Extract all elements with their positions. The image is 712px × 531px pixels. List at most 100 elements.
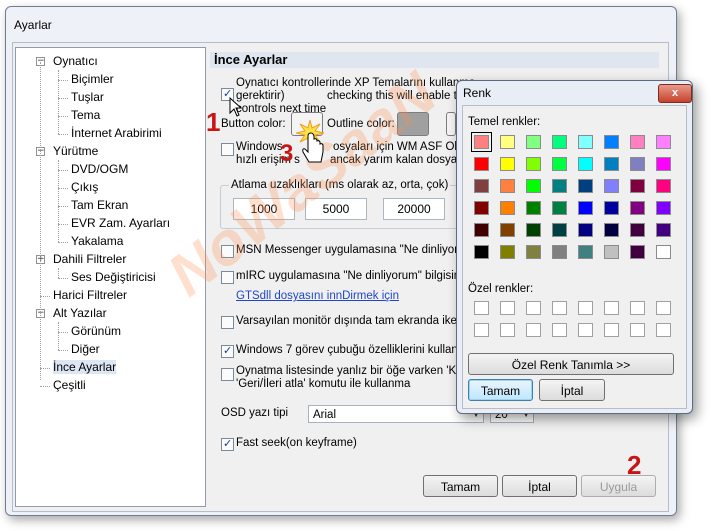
basic-color-swatch[interactable] xyxy=(630,201,645,215)
tree-item[interactable]: Diğer xyxy=(71,342,100,356)
basic-color-swatch[interactable] xyxy=(526,201,541,215)
basic-color-swatch[interactable] xyxy=(578,157,593,171)
win7-taskbar-checkbox[interactable] xyxy=(221,344,234,358)
tree-item[interactable]: Tam Ekran xyxy=(71,198,128,212)
basic-color-swatch[interactable] xyxy=(604,157,619,171)
basic-color-swatch[interactable] xyxy=(656,223,671,237)
basic-color-swatch[interactable] xyxy=(630,223,645,237)
tree-item[interactable]: Dahili Filtreler xyxy=(53,252,126,266)
basic-color-swatch[interactable] xyxy=(656,135,671,149)
custom-color-swatch[interactable] xyxy=(578,301,593,315)
tree-item[interactable]: Harici Filtreler xyxy=(53,288,127,302)
tree-item-label: Diğer xyxy=(71,342,100,356)
basic-color-swatch[interactable] xyxy=(500,135,515,149)
tree-item[interactable]: İnce Ayarlar xyxy=(53,360,117,374)
custom-color-swatch[interactable] xyxy=(630,323,645,337)
basic-color-swatch[interactable] xyxy=(578,245,593,259)
color-cancel-button[interactable]: İptal xyxy=(539,379,605,401)
extra-color-swatch[interactable] xyxy=(446,112,456,136)
tree-item[interactable]: Çıkış xyxy=(71,180,98,194)
basic-color-swatch[interactable] xyxy=(526,223,541,237)
basic-color-swatch[interactable] xyxy=(471,132,492,152)
basic-color-swatch[interactable] xyxy=(526,179,541,193)
custom-color-swatch[interactable] xyxy=(500,323,515,337)
basic-color-swatch[interactable] xyxy=(656,201,671,215)
tree-item[interactable]: Oynatıcı xyxy=(53,54,98,68)
basic-color-swatch[interactable] xyxy=(656,245,671,259)
basic-color-swatch[interactable] xyxy=(500,179,515,193)
basic-color-swatch[interactable] xyxy=(500,245,515,259)
basic-color-swatch[interactable] xyxy=(578,201,593,215)
tree-item[interactable]: Çeşitli xyxy=(53,378,86,392)
basic-color-swatch[interactable] xyxy=(526,135,541,149)
gts-download-link[interactable]: GTSdll dosyasını innDirmek için xyxy=(236,290,399,302)
define-custom-colors-button[interactable]: Özel Renk Tanımla >> xyxy=(468,353,674,375)
custom-color-swatch[interactable] xyxy=(604,301,619,315)
custom-color-swatch[interactable] xyxy=(630,301,645,315)
apply-button[interactable]: Uygula xyxy=(581,475,656,497)
color-ok-button[interactable]: Tamam xyxy=(468,379,533,401)
custom-color-swatch[interactable] xyxy=(656,323,671,337)
tree-item[interactable]: Alt Yazılar xyxy=(53,306,107,320)
custom-color-swatch[interactable] xyxy=(578,323,593,337)
basic-color-swatch[interactable] xyxy=(630,245,645,259)
basic-color-swatch[interactable] xyxy=(578,223,593,237)
basic-color-swatch[interactable] xyxy=(500,157,515,171)
basic-color-swatch[interactable] xyxy=(604,201,619,215)
basic-color-swatch[interactable] xyxy=(630,157,645,171)
basic-color-swatch[interactable] xyxy=(526,245,541,259)
basic-color-swatch[interactable] xyxy=(630,179,645,193)
custom-color-swatch[interactable] xyxy=(552,323,567,337)
basic-color-swatch[interactable] xyxy=(604,223,619,237)
tree-item[interactable]: Görünüm xyxy=(71,324,121,338)
tree-item[interactable]: EVR Zam. Ayarları xyxy=(71,216,170,230)
tree-item[interactable]: Yürütme xyxy=(53,144,98,158)
tree-item[interactable]: Yakalama xyxy=(71,234,123,248)
basic-color-swatch[interactable] xyxy=(604,245,619,259)
basic-color-swatch[interactable] xyxy=(578,135,593,149)
custom-color-swatch[interactable] xyxy=(552,301,567,315)
basic-color-swatch[interactable] xyxy=(474,223,489,237)
basic-color-swatch[interactable] xyxy=(500,223,515,237)
basic-color-swatch[interactable] xyxy=(552,223,567,237)
tree-item[interactable]: Biçimler xyxy=(71,72,114,86)
custom-color-swatch[interactable] xyxy=(500,301,515,315)
fast-seek-checkbox[interactable] xyxy=(221,437,234,451)
basic-color-swatch[interactable] xyxy=(630,135,645,149)
basic-color-swatch[interactable] xyxy=(552,157,567,171)
custom-color-swatch[interactable] xyxy=(604,323,619,337)
custom-color-swatch[interactable] xyxy=(474,301,489,315)
basic-color-swatch[interactable] xyxy=(552,179,567,193)
monitor-checkbox[interactable] xyxy=(221,316,234,329)
basic-color-swatch[interactable] xyxy=(656,179,671,193)
tree-item[interactable]: DVD/OGM xyxy=(71,162,128,176)
basic-color-swatch[interactable] xyxy=(500,201,515,215)
jump-large-input[interactable]: 20000 xyxy=(383,198,445,220)
basic-color-swatch[interactable] xyxy=(474,179,489,193)
custom-color-swatch[interactable] xyxy=(526,323,541,337)
basic-color-swatch[interactable] xyxy=(578,179,593,193)
basic-color-swatch[interactable] xyxy=(552,245,567,259)
basic-color-swatch[interactable] xyxy=(474,245,489,259)
tree-item-label: İnce Ayarlar xyxy=(53,360,117,374)
tree-item[interactable]: Tuşlar xyxy=(71,90,104,104)
basic-color-swatch[interactable] xyxy=(526,157,541,171)
cancel-button[interactable]: İptal xyxy=(502,475,577,497)
basic-color-swatch[interactable] xyxy=(656,157,671,171)
custom-color-swatch[interactable] xyxy=(474,323,489,337)
tree-item[interactable]: Tema xyxy=(71,108,100,122)
basic-color-swatch[interactable] xyxy=(552,201,567,215)
basic-color-swatch[interactable] xyxy=(552,135,567,149)
basic-color-swatch[interactable] xyxy=(604,135,619,149)
custom-color-swatch[interactable] xyxy=(526,301,541,315)
basic-color-swatch[interactable] xyxy=(474,157,489,171)
tree-item[interactable]: Ses Değiştiricisi xyxy=(71,270,156,284)
basic-color-swatch[interactable] xyxy=(474,201,489,215)
tree-item[interactable]: İnternet Arabirimi xyxy=(71,126,162,140)
close-button[interactable]: x xyxy=(658,84,692,103)
custom-color-swatch[interactable] xyxy=(656,301,671,315)
playlist-checkbox[interactable] xyxy=(221,368,234,381)
basic-color-swatch[interactable] xyxy=(604,179,619,193)
ok-button[interactable]: Tamam xyxy=(423,475,498,497)
wm-asf-checkbox[interactable] xyxy=(221,143,234,156)
